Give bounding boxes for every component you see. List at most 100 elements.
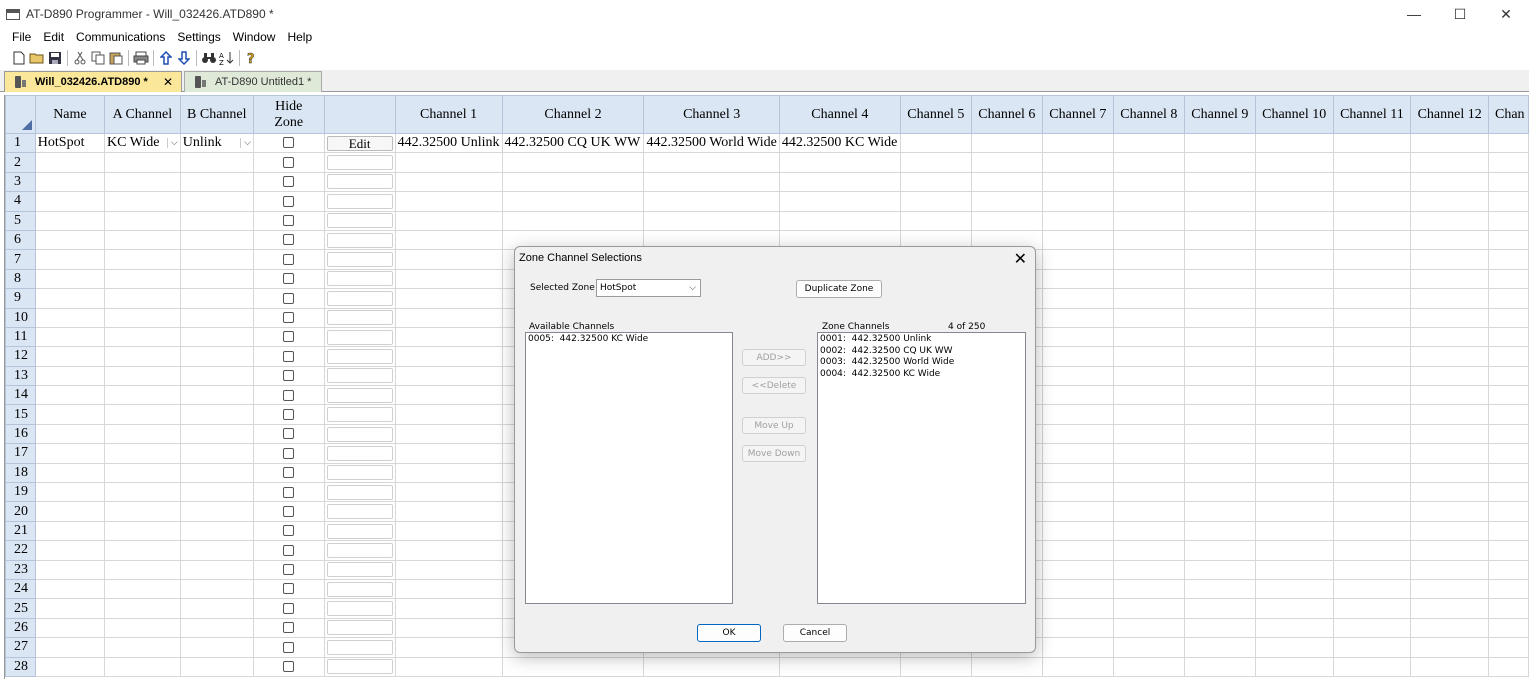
channel-cell[interactable] xyxy=(394,249,503,270)
zone-name-cell[interactable] xyxy=(34,598,106,619)
channel-cell[interactable] xyxy=(1112,443,1185,464)
hide-zone-checkbox[interactable] xyxy=(283,195,295,207)
row-number[interactable]: 1 xyxy=(5,132,36,154)
edit-zone-button[interactable] xyxy=(326,271,393,287)
a-channel-cell[interactable] xyxy=(104,559,181,580)
channel-cell[interactable] xyxy=(394,540,503,561)
zone-name-cell[interactable]: HotSpot xyxy=(34,132,106,154)
hide-zone-checkbox[interactable] xyxy=(283,253,295,265)
edit-zone-button[interactable] xyxy=(326,407,393,423)
channel-cell[interactable] xyxy=(1488,423,1529,445)
channel-cell[interactable] xyxy=(1254,423,1334,445)
channel-cell[interactable] xyxy=(394,598,503,619)
a-channel-cell[interactable] xyxy=(104,656,181,677)
col-header-channel-9[interactable]: Channel 9 xyxy=(1183,95,1256,134)
ok-button[interactable]: OK xyxy=(697,624,761,642)
row-number[interactable]: 8 xyxy=(5,268,36,290)
channel-cell[interactable] xyxy=(1112,229,1185,251)
channel-cell[interactable] xyxy=(1332,540,1412,561)
channel-cell[interactable] xyxy=(899,656,972,677)
print-icon[interactable] xyxy=(132,49,150,67)
channel-cell[interactable] xyxy=(1254,132,1334,154)
channel-cell[interactable] xyxy=(1488,540,1529,561)
col-header-channel-13[interactable]: Chan xyxy=(1488,95,1529,134)
new-icon[interactable] xyxy=(10,49,28,67)
b-channel-cell[interactable] xyxy=(179,326,254,348)
channel-cell[interactable] xyxy=(643,152,780,173)
list-item[interactable]: 0003: 442.32500 World Wide xyxy=(820,357,1023,369)
channel-cell[interactable] xyxy=(1183,443,1256,464)
channel-cell[interactable] xyxy=(1332,423,1412,445)
channel-cell[interactable] xyxy=(394,578,503,600)
edit-zone-button[interactable] xyxy=(326,601,393,617)
channel-cell[interactable] xyxy=(1183,171,1256,193)
hide-zone-checkbox[interactable] xyxy=(283,370,295,382)
channel-cell[interactable] xyxy=(1332,346,1412,367)
row-number[interactable]: 19 xyxy=(5,482,36,503)
menu-edit[interactable]: Edit xyxy=(37,30,70,44)
channel-cell[interactable] xyxy=(1183,559,1256,580)
b-channel-cell[interactable] xyxy=(179,578,254,600)
channel-cell[interactable] xyxy=(1112,249,1185,270)
channel-cell[interactable] xyxy=(501,152,645,173)
channel-cell[interactable] xyxy=(1410,598,1489,619)
b-channel-cell[interactable] xyxy=(179,268,254,290)
zone-name-cell[interactable] xyxy=(34,346,106,367)
channel-cell[interactable] xyxy=(1112,385,1185,406)
channel-cell[interactable] xyxy=(643,656,780,677)
col-header-channel-8[interactable]: Channel 8 xyxy=(1112,95,1185,134)
edit-zone-button[interactable] xyxy=(326,445,393,461)
row-number[interactable]: 18 xyxy=(5,462,36,484)
row-number[interactable]: 10 xyxy=(5,307,36,328)
channel-cell[interactable] xyxy=(1410,191,1489,212)
channel-cell[interactable] xyxy=(1332,501,1412,522)
channel-cell[interactable] xyxy=(394,443,503,464)
channel-cell[interactable] xyxy=(1410,443,1489,464)
a-channel-cell[interactable] xyxy=(104,152,181,173)
delete-button[interactable]: <<Delete xyxy=(742,377,806,394)
channel-cell[interactable] xyxy=(1488,210,1529,231)
download-icon[interactable] xyxy=(175,49,193,67)
channel-cell[interactable] xyxy=(394,326,503,348)
channel-cell[interactable] xyxy=(1410,288,1489,309)
a-channel-cell[interactable] xyxy=(104,637,181,658)
channel-cell[interactable] xyxy=(1488,152,1529,173)
col-header-b-channel[interactable]: B Channel xyxy=(179,95,254,134)
zone-name-cell[interactable] xyxy=(34,268,106,290)
channel-cell[interactable] xyxy=(1488,385,1529,406)
channel-cell[interactable] xyxy=(1112,268,1185,290)
row-number[interactable]: 13 xyxy=(5,365,36,387)
channel-cell[interactable] xyxy=(394,288,503,309)
b-channel-cell[interactable] xyxy=(179,656,254,677)
hide-zone-checkbox[interactable] xyxy=(283,350,295,362)
channel-cell[interactable] xyxy=(1041,656,1114,677)
channel-cell[interactable] xyxy=(1041,540,1114,561)
chevron-down-icon[interactable]: ⌵ xyxy=(240,138,251,149)
channel-cell[interactable] xyxy=(778,656,901,677)
row-number[interactable]: 6 xyxy=(5,229,36,251)
a-channel-cell[interactable] xyxy=(104,462,181,484)
channel-cell[interactable] xyxy=(1254,171,1334,193)
col-header-channel-6[interactable]: Channel 6 xyxy=(970,95,1043,134)
paste-icon[interactable] xyxy=(107,49,125,67)
hide-zone-checkbox[interactable] xyxy=(283,176,295,188)
hide-zone-checkbox[interactable] xyxy=(283,137,295,149)
channel-cell[interactable] xyxy=(1332,152,1412,173)
col-header-edit[interactable] xyxy=(323,95,396,134)
zone-name-cell[interactable] xyxy=(34,617,106,639)
row-number[interactable]: 28 xyxy=(5,656,36,677)
channel-cell[interactable] xyxy=(1041,288,1114,309)
channel-cell[interactable] xyxy=(1332,288,1412,309)
channel-cell[interactable] xyxy=(1183,365,1256,387)
channel-cell[interactable] xyxy=(1332,229,1412,251)
zone-name-cell[interactable] xyxy=(34,520,106,542)
edit-zone-button[interactable] xyxy=(326,174,393,190)
list-item[interactable]: 0005: 442.32500 KC Wide xyxy=(528,334,730,346)
channel-cell[interactable] xyxy=(1410,365,1489,387)
channel-cell[interactable] xyxy=(1183,423,1256,445)
channel-cell[interactable] xyxy=(394,152,503,173)
channel-cell[interactable] xyxy=(1041,346,1114,367)
channel-cell[interactable] xyxy=(1410,385,1489,406)
channel-cell[interactable] xyxy=(1183,346,1256,367)
channel-cell[interactable] xyxy=(1332,520,1412,542)
